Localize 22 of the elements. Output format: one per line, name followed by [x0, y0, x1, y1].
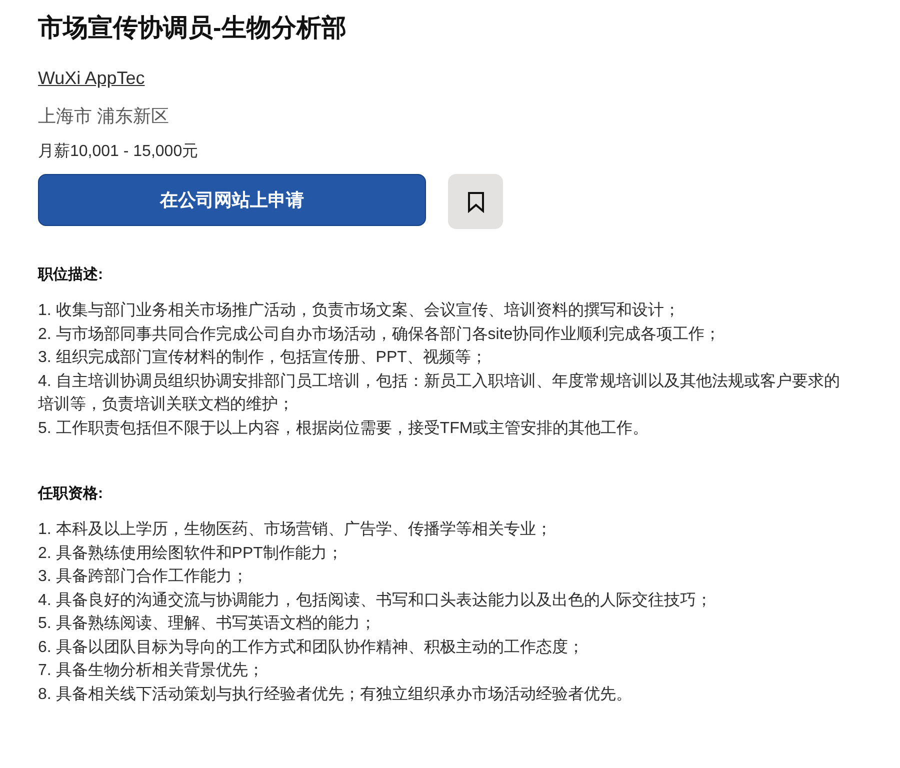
list-item: 3. 具备跨部门合作工作能力； [38, 566, 249, 587]
company-link[interactable]: WuXi AppTec [38, 68, 145, 88]
list-item: 7. 具备生物分析相关背景优先； [38, 660, 265, 681]
job-location: 上海市 浦东新区 [38, 105, 170, 128]
save-job-button[interactable] [448, 174, 503, 229]
list-item: 2. 与市场部同事共同合作完成公司自办市场活动，确保各部门各site协同作业顺利完成各项工作； [38, 324, 722, 344]
job-title: 市场宣传协调员-生物分析部 [38, 13, 348, 44]
bookmark-icon [466, 190, 484, 212]
salary-text: 月薪10,001 - 15,000元 [38, 142, 200, 162]
list-item: 4. 具备良好的沟通交流与协调能力，包括阅读、书写和口头表达能力以及出色的人际交往技巧； [38, 590, 713, 610]
list-item: 1. 本科及以上学历，生物医药、市场营销、广告学、传播学等相关专业； [38, 520, 553, 540]
section-heading: 任职资格: [38, 484, 104, 504]
list-item: 1. 收集与部门业务相关市场推广活动，负责市场文案、会议宣传、培训资料的撰写和设计； [38, 300, 681, 321]
list-item: 5. 具备熟练阅读、理解、书写英语文档的能力； [38, 614, 377, 634]
section-heading: 职位描述: [38, 265, 104, 285]
list-item: 8. 具备相关线下活动策划与执行经验者优先；有独立组织承办市场活动经验者优先。 [38, 684, 633, 704]
apply-button[interactable]: 在公司网站上申请 [38, 174, 426, 226]
list-item: 3. 组织完成部门宣传材料的制作，包括宣传册、PPT、视频等； [38, 348, 488, 368]
list-item: 5. 工作职责包括但不限于以上内容，根据岗位需要，接受TFM或主管安排的其他工作。 [38, 418, 650, 438]
list-item: 4. 自主培训协调员组织协调安排部门员工培训，包括：新员工入职培训、年度常规培训以及其他法规或客户要求的培训等，负责培训关联文档的维护； [38, 372, 841, 415]
list-item: 6. 具备以团队目标为导向的工作方式和团队协作精神、积极主动的工作态度； [38, 638, 585, 658]
list-item: 2. 具备熟练使用绘图软件和PPT制作能力； [38, 544, 344, 564]
